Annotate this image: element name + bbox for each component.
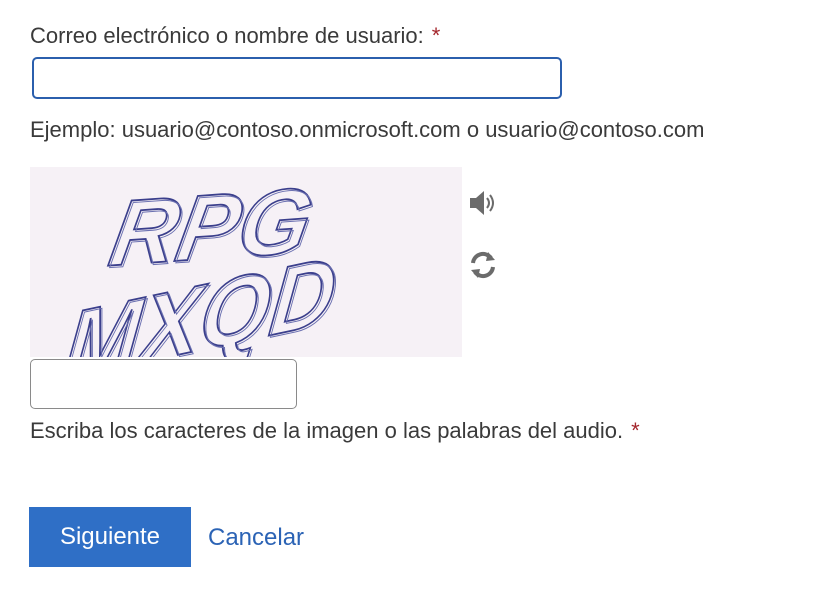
email-example-text: Ejemplo: usuario@contoso.onmicrosoft.com… xyxy=(30,117,705,142)
refresh-icon[interactable] xyxy=(466,248,500,282)
captcha-instruction: Escriba los caracteres de la imagen o la… xyxy=(30,417,640,445)
email-input[interactable] xyxy=(32,57,562,99)
required-marker: * xyxy=(431,23,441,48)
required-marker: * xyxy=(631,418,640,443)
next-button[interactable]: Siguiente xyxy=(29,507,191,567)
email-field-label: Correo electrónico o nombre de usuario: * xyxy=(30,22,440,50)
cancel-link[interactable]: Cancelar xyxy=(208,523,304,553)
captcha-instruction-text: Escriba los caracteres de la imagen o la… xyxy=(30,418,624,443)
speaker-icon[interactable] xyxy=(466,186,500,220)
captcha-image: RPG RPG MXQD MXQD xyxy=(30,167,462,357)
captcha-input[interactable] xyxy=(30,359,297,409)
email-label-text: Correo electrónico o nombre de usuario: xyxy=(30,23,424,48)
